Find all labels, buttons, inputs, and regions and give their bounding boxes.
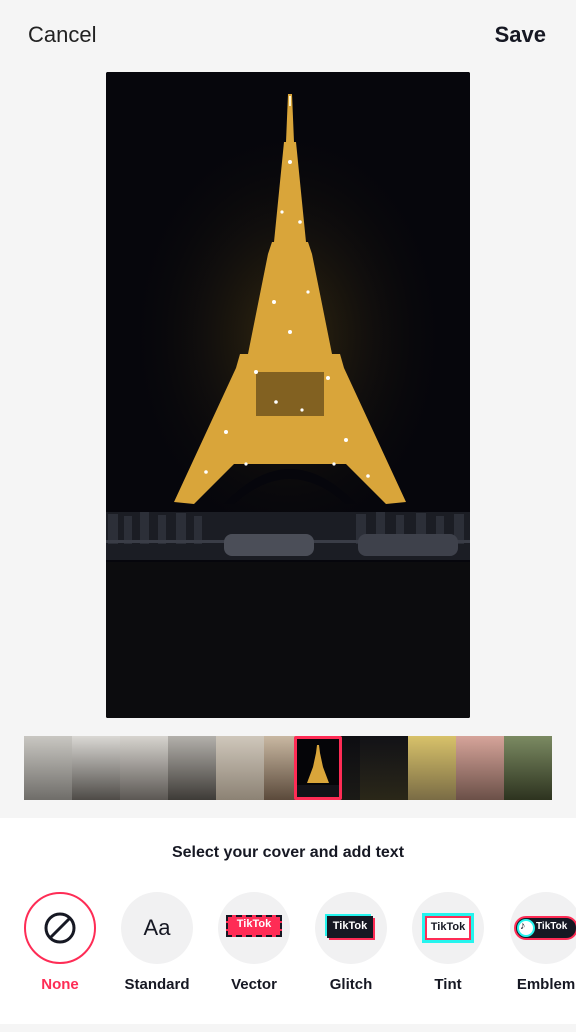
glitch-badge: TikTok (325, 914, 377, 942)
eiffel-tower-thumbnail (297, 739, 339, 797)
style-label-emblem: Emblem (516, 976, 576, 993)
cover-style-sheet: Select your cover and add text None Aa S… (0, 818, 576, 1024)
vector-badge: TikTok (226, 915, 282, 941)
tint-badge: TikTok (422, 913, 474, 943)
frame-thumbnail[interactable] (456, 736, 504, 800)
style-option-glitch[interactable]: TikTok Glitch (313, 892, 389, 1032)
glitch-badge-text: TikTok (332, 920, 368, 932)
style-none-circle[interactable] (24, 892, 96, 964)
music-note-icon: ♪ (520, 920, 526, 932)
vector-badge-text: TikTok (236, 918, 272, 930)
emblem-badge-text: TikTok (536, 921, 568, 932)
frame-thumbnail[interactable] (360, 736, 408, 800)
cover-frame-strip[interactable] (24, 736, 552, 800)
style-emblem-circle[interactable]: ♪ TikTok (510, 892, 576, 964)
emblem-badge: ♪ TikTok (514, 916, 576, 940)
sheet-title: Select your cover and add text (171, 844, 405, 861)
style-option-tint[interactable]: TikTok Tint (410, 892, 486, 1032)
tint-badge-text: TikTok (430, 921, 466, 933)
frame-thumbnail[interactable] (504, 736, 552, 800)
frame-thumbnail[interactable] (408, 736, 456, 800)
style-option-none[interactable]: None (22, 892, 98, 1032)
cover-preview (106, 72, 470, 718)
style-tint-circle[interactable]: TikTok (412, 892, 484, 964)
eiffel-tower-image (106, 72, 470, 718)
selected-frame-thumbnail[interactable] (294, 736, 342, 800)
no-entry-icon (44, 912, 76, 944)
frame-thumbnail[interactable] (168, 736, 216, 800)
frame-thumbnail[interactable] (72, 736, 120, 800)
save-button[interactable]: Save (495, 22, 546, 48)
cancel-button[interactable]: Cancel (28, 22, 96, 48)
style-option-standard[interactable]: Aa Standard (119, 892, 195, 1032)
frame-thumbnail[interactable] (120, 736, 168, 800)
text-aa-icon: Aa (143, 915, 171, 940)
style-glitch-circle[interactable]: TikTok (315, 892, 387, 964)
style-vector-circle[interactable]: TikTok (218, 892, 290, 964)
top-bar: Cancel Save (0, 0, 576, 72)
style-option-vector[interactable]: TikTok Vector (216, 892, 292, 1032)
style-option-emblem[interactable]: ♪ TikTok Emblem (508, 892, 576, 1032)
frame-thumbnail[interactable] (24, 736, 72, 800)
frame-thumbnail[interactable] (216, 736, 264, 800)
style-standard-circle[interactable]: Aa (121, 892, 193, 964)
